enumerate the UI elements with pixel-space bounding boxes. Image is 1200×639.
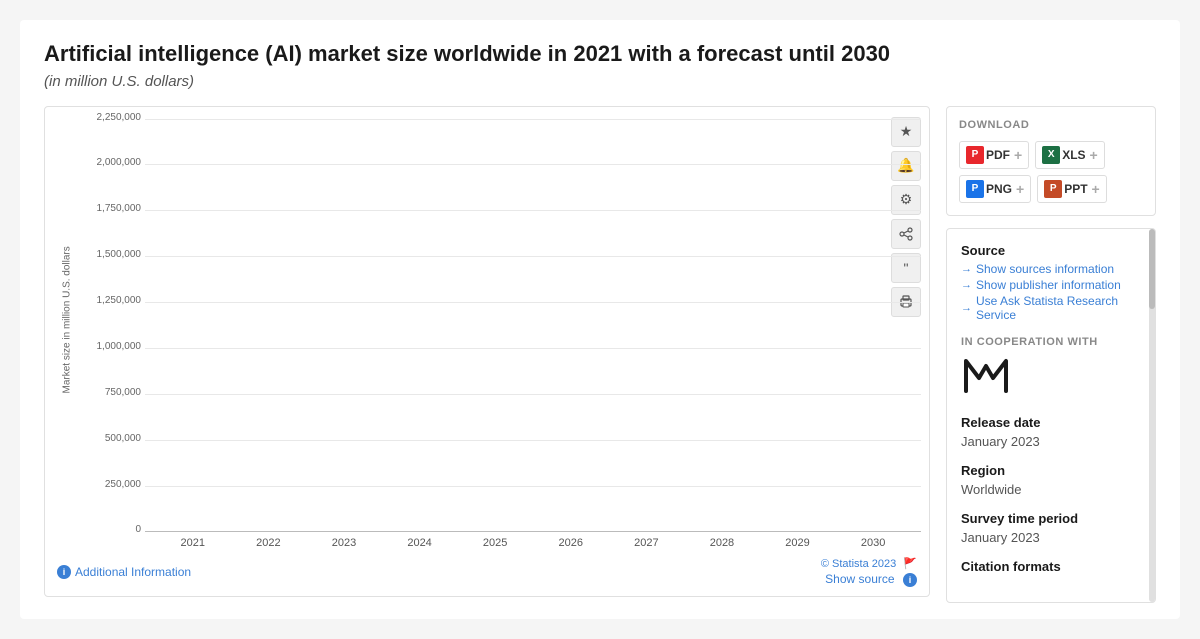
y-axis-label-container: Market size in million U.S. dollars xyxy=(53,119,81,549)
page-title: Artificial intelligence (AI) market size… xyxy=(44,40,1156,69)
bars-row xyxy=(145,119,921,533)
flag-icon: 🚩 xyxy=(903,558,917,570)
y-axis-label: Market size in million U.S. dollars xyxy=(62,274,73,394)
credit-area: © Statista 2023 🚩 Show source i xyxy=(821,557,917,588)
x-label: 2022 xyxy=(231,537,307,549)
citation-label: Citation formats xyxy=(961,559,1141,574)
x-label: 2026 xyxy=(533,537,609,549)
grid-label: 1,250,000 xyxy=(81,295,141,306)
grid-label: 250,000 xyxy=(81,479,141,490)
grid-label: 500,000 xyxy=(81,433,141,444)
chart-plot: 2,250,000 2,000,000 1,750,000 1,500,000 … xyxy=(81,119,921,533)
statista-credit: © Statista 2023 🚩 xyxy=(821,557,917,570)
scrollbar-thumb xyxy=(1149,229,1155,309)
info-icon: i xyxy=(57,565,71,579)
source-section: Source Show sources information Show pub… xyxy=(961,243,1141,322)
xls-plus: + xyxy=(1090,147,1098,163)
cooperation-logo xyxy=(961,356,1141,401)
pdf-label: PDF xyxy=(986,148,1010,162)
x-label: 2024 xyxy=(382,537,458,549)
pdf-download-button[interactable]: P PDF + xyxy=(959,141,1029,169)
grid-label: 1,750,000 xyxy=(81,203,141,214)
download-title: DOWNLOAD xyxy=(959,119,1143,131)
source-label: Source xyxy=(961,243,1141,258)
x-label: 2025 xyxy=(457,537,533,549)
cooperation-label: IN COOPERATION WITH xyxy=(961,336,1141,348)
cooperation-section: IN COOPERATION WITH xyxy=(961,336,1141,401)
region-label: Region xyxy=(961,463,1141,478)
ppt-plus: + xyxy=(1092,181,1100,197)
xls-label: XLS xyxy=(1062,148,1085,162)
show-source-row: Show source i xyxy=(821,570,917,588)
pdf-plus: + xyxy=(1014,147,1022,163)
x-label: 2021 xyxy=(155,537,231,549)
x-label: 2023 xyxy=(306,537,382,549)
citation-section: Citation formats xyxy=(961,559,1141,574)
page-wrapper: Artificial intelligence (AI) market size… xyxy=(20,20,1180,619)
release-date-section: Release date January 2023 xyxy=(961,415,1141,449)
png-label: PNG xyxy=(986,182,1012,196)
survey-section: Survey time period January 2023 xyxy=(961,511,1141,545)
statista-link[interactable]: © Statista 2023 xyxy=(821,558,896,570)
grid-label: 750,000 xyxy=(81,387,141,398)
additional-info-button[interactable]: i Additional Information xyxy=(57,565,191,579)
ppt-icon: P xyxy=(1044,180,1062,198)
ppt-download-button[interactable]: P PPT + xyxy=(1037,175,1107,203)
show-sources-link[interactable]: Show sources information xyxy=(961,262,1141,276)
chart-inner: 2,250,000 2,000,000 1,750,000 1,500,000 … xyxy=(81,119,921,549)
chart-footer: i Additional Information © Statista 2023… xyxy=(53,557,921,588)
survey-value: January 2023 xyxy=(961,530,1141,545)
xls-download-button[interactable]: X XLS + xyxy=(1035,141,1105,169)
show-source-link[interactable]: Show source xyxy=(825,572,894,586)
png-plus: + xyxy=(1016,181,1024,197)
png-icon: P xyxy=(966,180,984,198)
additional-info-label: Additional Information xyxy=(75,565,191,579)
release-date-label: Release date xyxy=(961,415,1141,430)
chart-area: ★ 🔔 ⚙ " Market size in million U.S. doll… xyxy=(44,106,930,597)
page-subtitle: (in million U.S. dollars) xyxy=(44,73,1156,90)
grid-label: 0 xyxy=(81,524,141,535)
pdf-icon: P xyxy=(966,146,984,164)
xls-icon: X xyxy=(1042,146,1060,164)
release-date-value: January 2023 xyxy=(961,434,1141,449)
download-box: DOWNLOAD P PDF + X XLS + P PNG xyxy=(946,106,1156,216)
x-label: 2030 xyxy=(835,537,911,549)
region-value: Worldwide xyxy=(961,482,1141,497)
x-label: 2029 xyxy=(760,537,836,549)
info-box: Source Show sources information Show pub… xyxy=(946,228,1156,603)
download-buttons: P PDF + X XLS + P PNG + P xyxy=(959,141,1143,203)
survey-label: Survey time period xyxy=(961,511,1141,526)
scrollbar[interactable] xyxy=(1149,229,1155,602)
show-publisher-link[interactable]: Show publisher information xyxy=(961,278,1141,292)
x-label: 2028 xyxy=(684,537,760,549)
content-row: ★ 🔔 ⚙ " Market size in million U.S. doll… xyxy=(44,106,1156,603)
chart-container: Market size in million U.S. dollars 2,25… xyxy=(53,119,921,549)
ask-statista-link[interactable]: Use Ask Statista Research Service xyxy=(961,294,1141,322)
grid-label: 1,000,000 xyxy=(81,341,141,352)
grid-label: 1,500,000 xyxy=(81,249,141,260)
x-axis: 2021202220232024202520262027202820292030 xyxy=(145,533,921,549)
png-download-button[interactable]: P PNG + xyxy=(959,175,1031,203)
sidebar: DOWNLOAD P PDF + X XLS + P PNG xyxy=(946,106,1156,603)
ppt-label: PPT xyxy=(1064,182,1087,196)
x-label: 2027 xyxy=(609,537,685,549)
grid-label: 2,250,000 xyxy=(81,112,141,123)
source-info-icon: i xyxy=(903,573,917,587)
grid-label: 2,000,000 xyxy=(81,157,141,168)
region-section: Region Worldwide xyxy=(961,463,1141,497)
